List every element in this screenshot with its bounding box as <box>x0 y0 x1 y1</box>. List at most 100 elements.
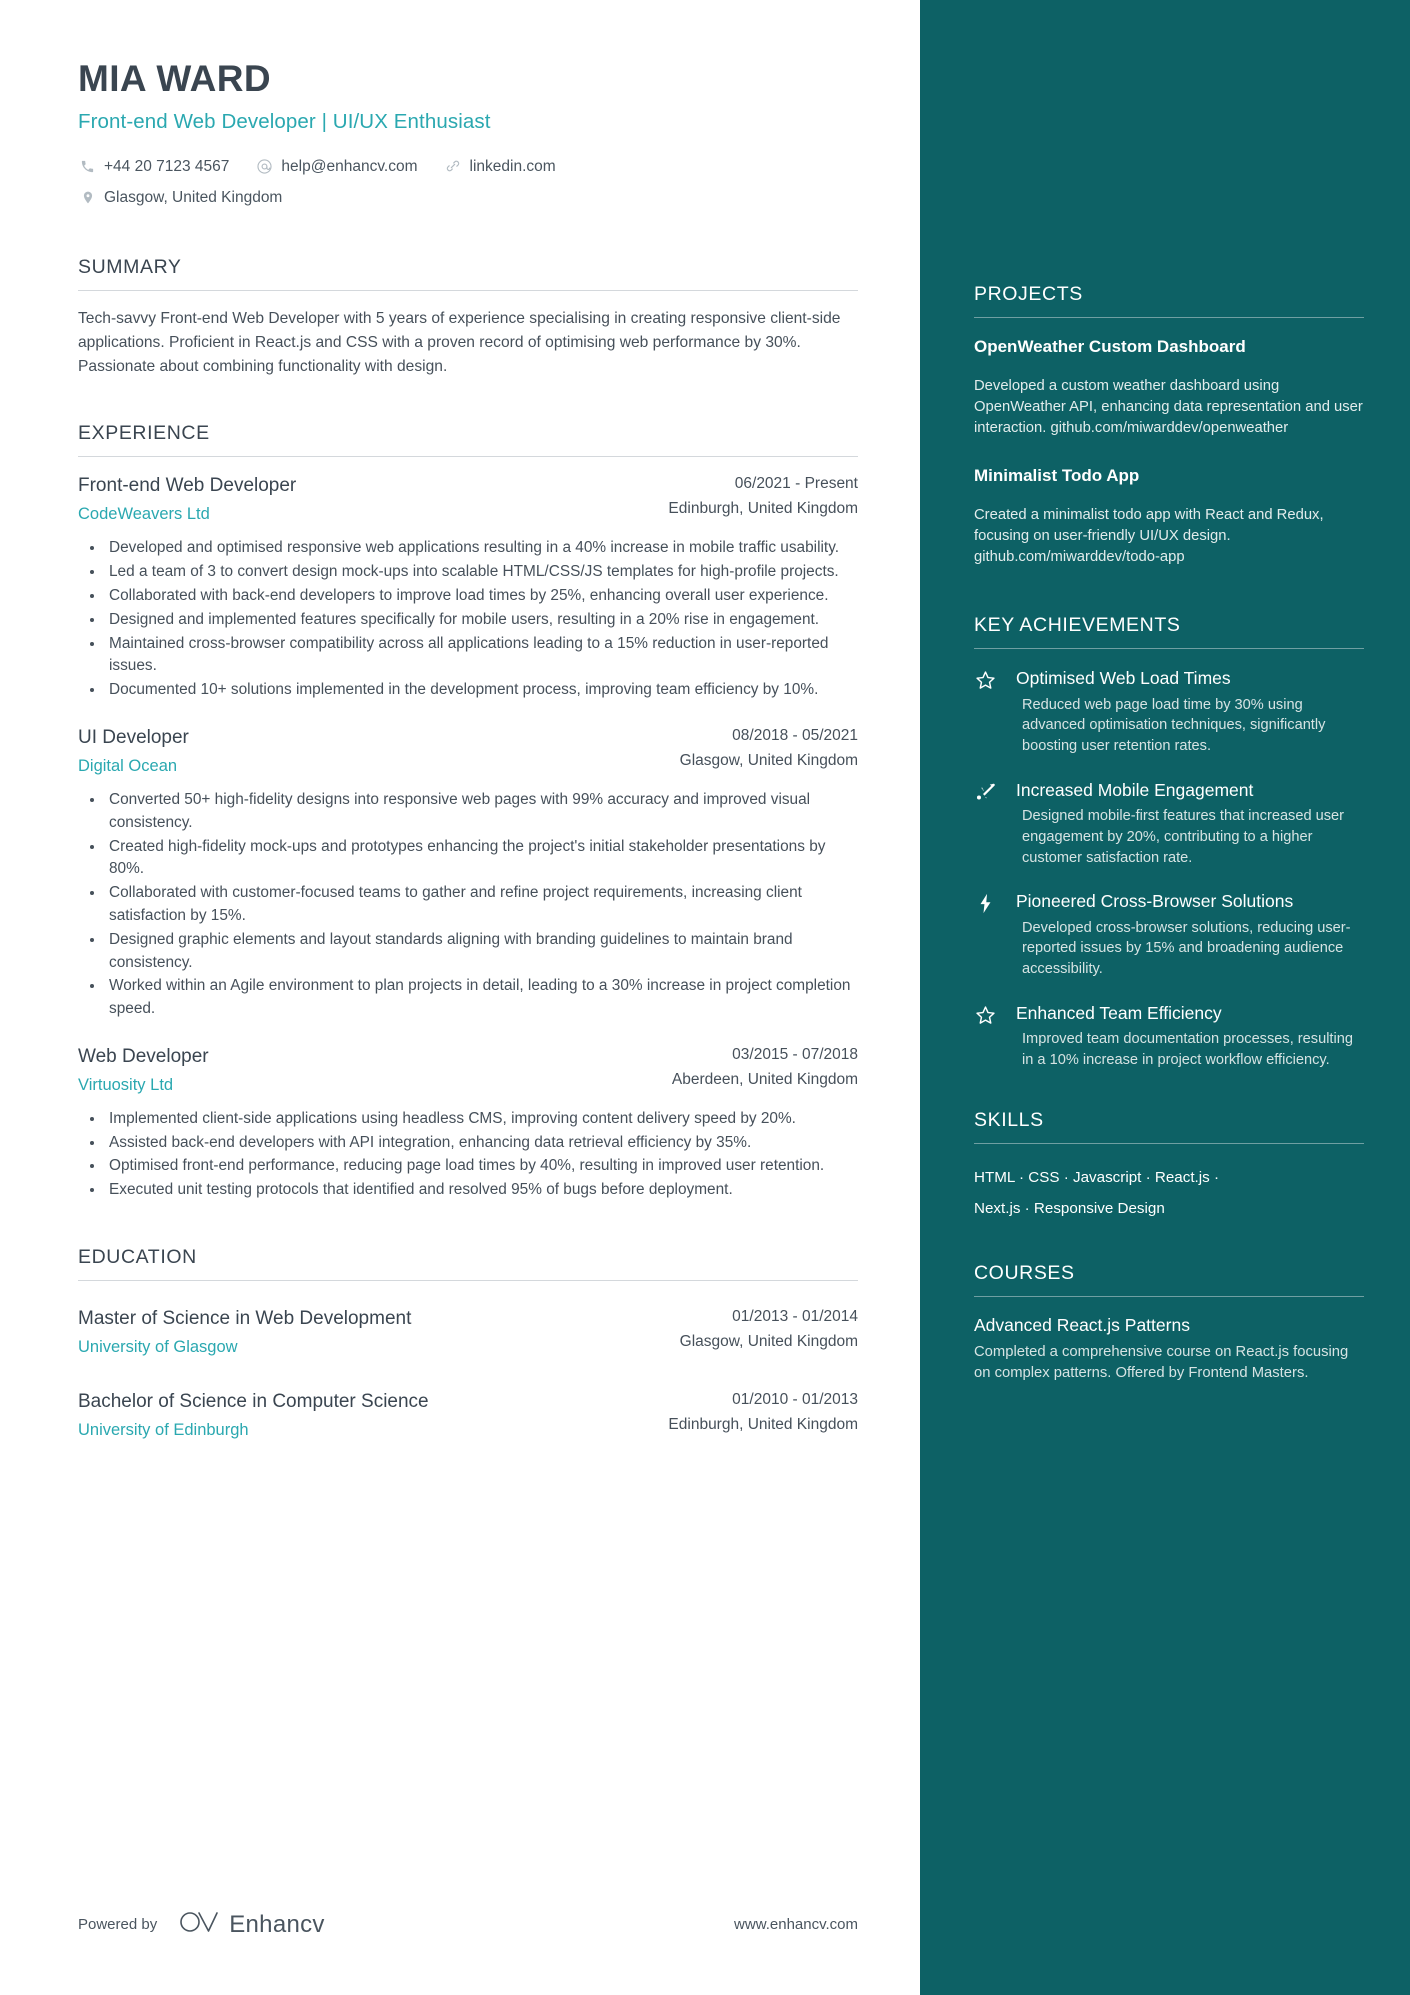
contact-location: Glasgow, United Kingdom <box>78 183 832 212</box>
enhancv-mark-icon <box>179 1909 219 1940</box>
job-bullet: Designed graphic elements and layout sta… <box>105 929 858 975</box>
project-item: Minimalist Todo App Created a minimalist… <box>974 465 1364 568</box>
bolt-icon <box>974 890 1004 915</box>
job-bullets: Developed and optimised responsive web a… <box>78 537 858 702</box>
job-bullet: Optimised front-end performance, reducin… <box>105 1155 858 1178</box>
job-company[interactable]: Virtuosity Ltd <box>78 1074 638 1096</box>
job-bullet: Led a team of 3 to convert design mock-u… <box>105 561 858 584</box>
skills-title: SKILLS <box>974 1109 1364 1144</box>
link-icon <box>444 157 463 176</box>
contact-email-text: help@enhancv.com <box>281 157 418 175</box>
job-role: Front-end Web Developer <box>78 475 297 497</box>
course-description: Completed a comprehensive course on Reac… <box>974 1343 1349 1381</box>
project-description: Created a minimalist todo app with React… <box>974 507 1324 566</box>
skills-section: SKILLS HTML · CSS · Javascript · React.j… <box>974 1109 1364 1224</box>
job-bullet: Converted 50+ high-fidelity designs into… <box>105 789 858 835</box>
job-bullet: Designed and implemented features specif… <box>105 609 858 632</box>
contact-info: +44 20 7123 4567 help@enhancv.com linked… <box>78 152 858 213</box>
achievement-title: Optimised Web Load Times <box>1016 668 1231 689</box>
education-location: Glasgow, United Kingdom <box>679 1333 858 1350</box>
achievement-item: Optimised Web Load Times Reduced web pag… <box>974 667 1364 757</box>
job-bullets: Implemented client-side applications usi… <box>78 1108 858 1202</box>
achievement-title: Enhanced Team Efficiency <box>1016 1002 1222 1023</box>
job-location: Edinburgh, United Kingdom <box>668 500 858 518</box>
course-item: Advanced React.js Patterns Completed a c… <box>974 1315 1364 1384</box>
candidate-headline: Front-end Web Developer | UI/UX Enthusia… <box>78 109 491 133</box>
main-column: MIA WARD Front-end Web Developer | UI/UX… <box>0 0 920 1995</box>
education-entry: Master of Science in Web Development Uni… <box>78 1307 858 1358</box>
job-bullet: Developed and optimised responsive web a… <box>105 537 858 560</box>
job-bullet: Collaborated with back-end developers to… <box>105 585 858 608</box>
sidebar-column: PROJECTS OpenWeather Custom Dashboard De… <box>920 0 1410 1995</box>
experience-entry: Web Developer Virtuosity Ltd 03/2015 - 0… <box>78 1045 858 1202</box>
contact-link-text: linkedin.com <box>469 157 556 175</box>
job-bullet: Documented 10+ solutions implemented in … <box>105 679 858 702</box>
powered-by-label: Powered by <box>78 1916 158 1933</box>
job-date: 06/2021 - Present <box>734 475 858 493</box>
experience-section: EXPERIENCE Front-end Web Developer CodeW… <box>78 422 858 1202</box>
contact-link[interactable]: linkedin.com <box>444 152 556 181</box>
location-icon <box>78 188 97 207</box>
rocket-icon <box>974 779 1004 804</box>
star-icon <box>974 667 1004 692</box>
degree-name: Bachelor of Science in Computer Science <box>78 1391 429 1413</box>
achievement-item: Pioneered Cross-Browser Solutions Develo… <box>974 890 1364 980</box>
achievement-description: Developed cross-browser solutions, reduc… <box>1022 919 1351 978</box>
job-role: UI Developer <box>78 727 189 749</box>
project-description: Developed a custom weather dashboard usi… <box>974 378 1363 437</box>
summary-title: SUMMARY <box>78 256 858 292</box>
skills-line-1: HTML · CSS · Javascript · React.js · <box>974 1168 1220 1186</box>
courses-title: COURSES <box>974 1262 1364 1297</box>
summary-section: SUMMARY Tech-savvy Front-end Web Develop… <box>78 256 858 378</box>
education-title: EDUCATION <box>78 1246 858 1282</box>
footer-url[interactable]: www.enhancv.com <box>734 1916 858 1933</box>
job-role: Web Developer <box>78 1045 209 1067</box>
experience-entry: Front-end Web Developer CodeWeavers Ltd … <box>78 474 858 702</box>
candidate-name: MIA WARD <box>78 58 271 99</box>
experience-title: EXPERIENCE <box>78 422 858 458</box>
achievement-item: Enhanced Team Efficiency Improved team d… <box>974 1002 1364 1071</box>
school-name[interactable]: University of Glasgow <box>78 1336 638 1358</box>
achievements-section: KEY ACHIEVEMENTS Optimised Web Load Time… <box>974 614 1364 1070</box>
job-company[interactable]: Digital Ocean <box>78 755 638 777</box>
achievement-description: Designed mobile-first features that incr… <box>1022 808 1345 866</box>
achievement-item: Increased Mobile Engagement Designed mob… <box>974 779 1364 869</box>
projects-title: PROJECTS <box>974 283 1364 318</box>
contact-location-text: Glasgow, United Kingdom <box>104 188 283 206</box>
projects-section: PROJECTS OpenWeather Custom Dashboard De… <box>974 283 1364 568</box>
contact-phone-text: +44 20 7123 4567 <box>104 157 230 175</box>
project-item: OpenWeather Custom Dashboard Developed a… <box>974 336 1364 439</box>
education-date: 01/2013 - 01/2014 <box>732 1308 858 1326</box>
degree-name: Master of Science in Web Development <box>78 1308 412 1330</box>
experience-entry: UI Developer Digital Ocean 08/2018 - 05/… <box>78 726 858 1021</box>
contact-email[interactable]: help@enhancv.com <box>255 152 418 181</box>
education-entry: Bachelor of Science in Computer Science … <box>78 1390 858 1441</box>
job-location: Aberdeen, United Kingdom <box>671 1070 858 1088</box>
job-company[interactable]: CodeWeavers Ltd <box>78 503 638 525</box>
email-icon <box>255 157 274 176</box>
job-bullet: Implemented client-side applications usi… <box>105 1108 858 1131</box>
job-bullet: Assisted back-end developers with API in… <box>105 1132 858 1155</box>
star-icon <box>974 1002 1004 1027</box>
achievement-description: Reduced web page load time by 30% using … <box>1022 696 1326 755</box>
achievement-title: Increased Mobile Engagement <box>1016 779 1254 800</box>
education-date: 01/2010 - 01/2013 <box>732 1391 858 1409</box>
job-bullet: Maintained cross-browser compatibility a… <box>105 633 858 679</box>
contact-phone[interactable]: +44 20 7123 4567 <box>78 152 229 181</box>
education-location: Edinburgh, United Kingdom <box>668 1415 858 1433</box>
achievements-title: KEY ACHIEVEMENTS <box>974 614 1364 650</box>
enhancv-logo[interactable]: Enhancv <box>179 1909 325 1940</box>
achievement-description: Improved team documentation processes, r… <box>1022 1031 1353 1068</box>
phone-icon <box>78 157 97 176</box>
page-footer: Powered by Enhancv www.enhancv.com <box>78 1909 858 1940</box>
course-name: Advanced React.js Patterns <box>974 1314 1190 1335</box>
school-name[interactable]: University of Edinburgh <box>78 1419 638 1441</box>
skills-line-2: Next.js · Responsive Design <box>974 1199 1165 1217</box>
job-bullet: Created high-fidelity mock-ups and proto… <box>105 836 858 882</box>
job-bullets: Converted 50+ high-fidelity designs into… <box>78 789 858 1021</box>
job-bullet: Executed unit testing protocols that ide… <box>105 1179 858 1202</box>
courses-section: COURSES Advanced React.js Patterns Compl… <box>974 1262 1364 1384</box>
job-bullet: Collaborated with customer-focused teams… <box>105 882 858 928</box>
summary-text: Tech-savvy Front-end Web Developer with … <box>78 310 841 375</box>
achievement-title: Pioneered Cross-Browser Solutions <box>1016 891 1294 912</box>
